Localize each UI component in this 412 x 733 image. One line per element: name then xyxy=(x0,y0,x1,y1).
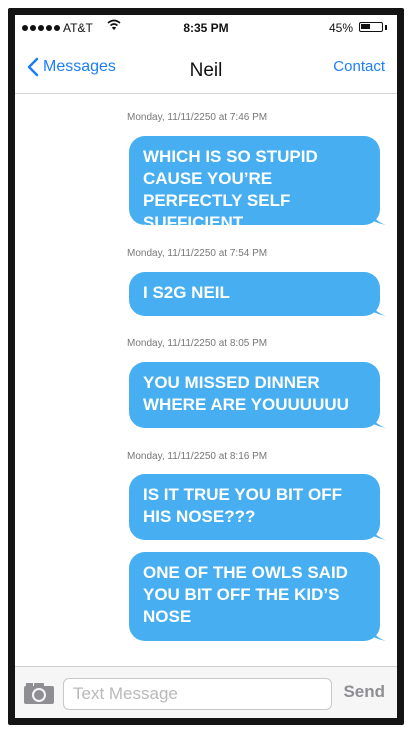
bubble-tail xyxy=(370,211,386,225)
bubble-tail xyxy=(370,302,386,316)
contact-button[interactable]: Contact xyxy=(333,58,385,75)
message-timestamp: Monday, 11/11/2250 at 7:54 PM xyxy=(127,248,268,259)
message-list[interactable]: Monday, 11/11/2250 at 7:46 PM WHICH IS S… xyxy=(15,94,397,666)
battery-percent: 45% xyxy=(328,21,353,35)
message-text: I S2G NEIL xyxy=(143,283,230,302)
bubble-tail xyxy=(370,414,386,428)
status-bar: AT&T 8:35 PM 45% xyxy=(15,15,397,47)
message-input[interactable] xyxy=(63,678,332,710)
message-bubble[interactable]: I S2G NEIL xyxy=(129,272,386,316)
message-text: IS IT TRUE YOU BIT OFF HIS NOSE??? xyxy=(143,485,342,526)
camera-icon[interactable] xyxy=(23,681,55,710)
send-button[interactable]: Send xyxy=(343,682,385,702)
message-bubble[interactable]: YOU MISSED DINNER WHERE ARE YOUUUUUU xyxy=(129,362,386,428)
message-bubble[interactable]: WHICH IS SO STUPID CAUSE YOU’RE PERFECTL… xyxy=(129,136,386,232)
message-bubble[interactable]: IS IT TRUE YOU BIT OFF HIS NOSE??? xyxy=(129,474,386,540)
message-text: ONE OF THE OWLS SAID YOU BIT OFF THE KID… xyxy=(143,563,348,626)
message-bubble[interactable]: ONE OF THE OWLS SAID YOU BIT OFF THE KID… xyxy=(129,552,386,641)
nav-bar: Messages Neil Contact xyxy=(15,47,397,94)
message-timestamp: Monday, 11/11/2250 at 8:05 PM xyxy=(127,338,268,349)
message-timestamp: Monday, 11/11/2250 at 8:16 PM xyxy=(127,451,268,462)
phone-frame: AT&T 8:35 PM 45% Messages Neil Contact M… xyxy=(8,8,404,725)
bubble-tail xyxy=(370,526,386,540)
message-text: WHICH IS SO STUPID CAUSE YOU’RE PERFECTL… xyxy=(143,147,318,232)
battery-fill xyxy=(361,24,370,29)
compose-bar: Send xyxy=(15,666,397,718)
battery-nub xyxy=(385,25,387,30)
message-timestamp: Monday, 11/11/2250 at 7:46 PM xyxy=(127,112,268,123)
battery-icon xyxy=(359,22,383,32)
message-text: YOU MISSED DINNER WHERE ARE YOUUUUUU xyxy=(143,373,349,414)
bubble-tail xyxy=(370,627,386,641)
